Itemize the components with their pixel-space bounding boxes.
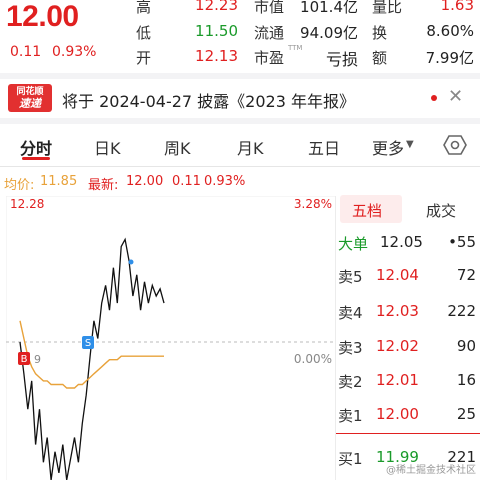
chart-orderbook-divider (335, 196, 336, 480)
ask-vol: 222 (447, 302, 476, 320)
tab-daily-k[interactable]: 日K (94, 135, 121, 159)
tab-five-level[interactable]: 五档 (352, 200, 382, 221)
ask-vol: 90 (456, 337, 476, 355)
bid-label: 买1 (338, 450, 363, 468)
unread-dot-icon (431, 95, 437, 101)
stat-marketcap-value: 101.4亿 (300, 0, 358, 16)
tab-five-day[interactable]: 五日 (308, 135, 340, 159)
latest-value: 12.00 (126, 174, 164, 189)
avg-price-line (19, 320, 164, 389)
watermark: @稀土掘金技术社区 (386, 465, 476, 476)
stat-low-value: 11.50 (195, 22, 238, 40)
stat-amount-value: 7.99亿 (425, 49, 474, 67)
settings-icon[interactable] (443, 133, 467, 157)
svg-text:B: B (21, 354, 28, 365)
stat-volratio-value: 1.63 (440, 0, 474, 14)
current-price: 12.00 (6, 0, 79, 33)
active-tab-indicator (22, 157, 50, 160)
ask-vol: 16 (456, 371, 476, 389)
baseline-price-partial: 9 (34, 353, 41, 366)
stat-volratio-label: 量比 (372, 0, 403, 16)
stat-marketcap-label: 市值 (254, 0, 285, 16)
stat-low-label: 低 (136, 24, 152, 42)
stat-high-value: 12.23 (195, 0, 238, 14)
big-order-vol: •55 (448, 233, 476, 251)
latest-change: 0.11 (172, 174, 201, 189)
ask-price: 12.00 (376, 405, 419, 423)
buy-marker[interactable]: B (18, 352, 30, 365)
news-badge-line1: 同花顺 (16, 87, 44, 97)
tab-monthly-k[interactable]: 月K (237, 135, 264, 159)
stat-float-value: 94.09亿 (300, 24, 358, 42)
svg-text:S: S (85, 338, 91, 349)
event-dot (128, 259, 134, 265)
tab-intraday[interactable]: 分时 (20, 135, 52, 159)
news-text[interactable]: 将于 2024-04-27 披露《2023 年年报》 (62, 88, 355, 112)
ask-price: 12.02 (376, 337, 419, 355)
price-line (19, 237, 165, 480)
ask-price: 12.01 (376, 371, 419, 389)
latest-label: 最新: (88, 178, 119, 193)
avg-label: 均价: (4, 178, 35, 193)
section-divider (0, 118, 480, 124)
ask-price: 12.03 (376, 302, 419, 320)
stat-float-label: 流通 (254, 24, 285, 42)
ask-bid-separator (336, 433, 480, 434)
sell-marker[interactable]: S (82, 336, 94, 349)
tabs-divider (0, 166, 480, 167)
ask-label: 卖1 (338, 407, 363, 425)
tab-weekly-k[interactable]: 周K (164, 135, 191, 159)
ask-vol: 72 (456, 266, 476, 284)
tab-more[interactable]: 更多 (372, 135, 404, 159)
tab-trades[interactable]: 成交 (426, 200, 456, 221)
price-change-pct: 0.93% (52, 44, 97, 60)
baseline-pct: 0.00% (294, 352, 332, 366)
stat-amount-label: 额 (372, 49, 388, 67)
y-top-pct: 3.28% (294, 197, 332, 211)
stat-pe-sup: TTM (288, 44, 303, 52)
price-change: 0.11 (10, 44, 42, 60)
ask-label: 卖2 (338, 373, 363, 391)
stat-turnover-label: 换 (372, 24, 388, 42)
close-icon[interactable]: ✕ (448, 86, 463, 107)
ask-price: 12.04 (376, 266, 419, 284)
stat-pe-label: 市盈 (254, 49, 285, 67)
big-order-label: 大单 (338, 235, 369, 253)
stat-open-label: 开 (136, 49, 152, 67)
news-badge[interactable]: 同花顺 速递 (8, 84, 52, 112)
intraday-chart[interactable]: 12.28 3.28% 0.00% 9 B S (6, 196, 336, 480)
big-order-price: 12.05 (380, 233, 423, 251)
stat-high-label: 高 (136, 0, 152, 16)
section-divider (0, 73, 480, 79)
ask-label: 卖3 (338, 339, 363, 357)
ask-vol: 25 (456, 405, 476, 423)
stat-pe-value: 亏损 (325, 50, 358, 69)
stat-open-value: 12.13 (195, 47, 238, 65)
latest-pct: 0.93% (204, 174, 246, 189)
stat-turnover-value: 8.60% (426, 22, 474, 40)
avg-value: 11.85 (40, 174, 78, 189)
chevron-down-icon: ▼ (406, 139, 414, 150)
news-badge-line2: 速递 (19, 97, 41, 110)
ask-label: 卖4 (338, 304, 363, 322)
y-top-label: 12.28 (10, 197, 44, 211)
ask-label: 卖5 (338, 268, 363, 286)
